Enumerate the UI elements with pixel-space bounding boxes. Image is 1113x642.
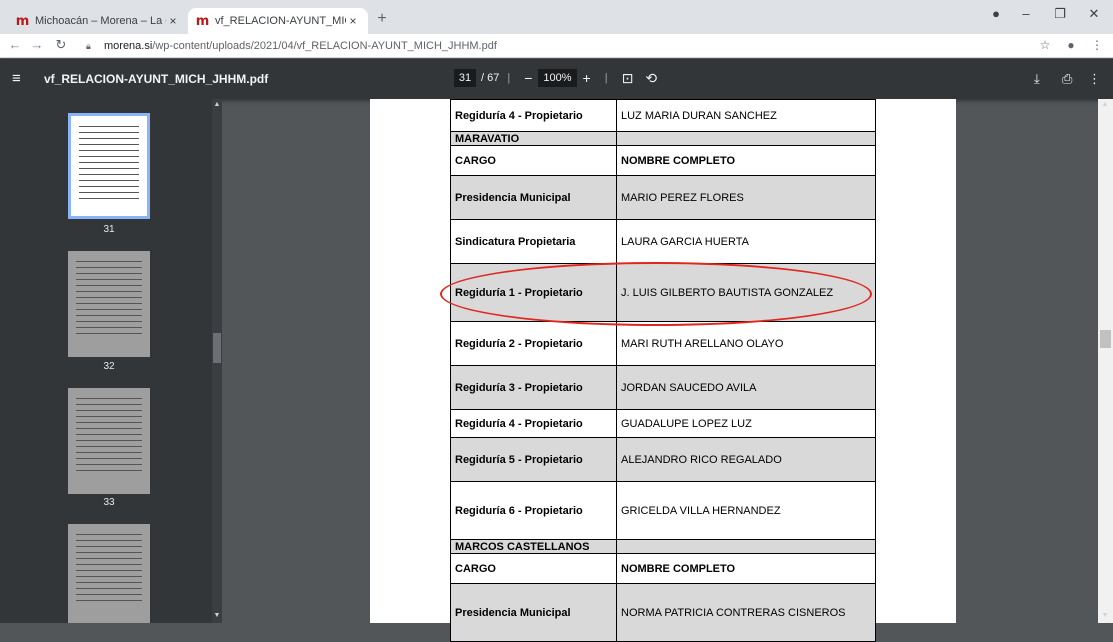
lock-icon: 🔒︎ — [86, 40, 91, 51]
thumbnail-page[interactable] — [68, 524, 150, 623]
scroll-down-icon[interactable]: ▼ — [1100, 612, 1110, 619]
browser-toolbar: ← → ↻ 🔒︎ morena.si/wp-content/uploads/20… — [0, 34, 1113, 58]
page-scrollbar[interactable] — [1098, 99, 1113, 623]
download-icon[interactable]: ⤓ — [1034, 71, 1040, 87]
record-icon[interactable]: ● — [984, 6, 1008, 21]
nombre-cell: NOMBRE COMPLETO — [616, 145, 876, 176]
table-row: CARGO NOMBRE COMPLETO — [450, 553, 876, 584]
pdf-toolbar: ≡ vf_RELACION-AYUNT_MICH_JHHM.pdf 31 / 6… — [0, 59, 1113, 99]
zoom-out-icon[interactable]: − — [524, 70, 532, 86]
nombre-cell — [616, 131, 876, 146]
divider: | — [604, 72, 608, 84]
nombre-cell: JORDAN SAUCEDO AVILA — [616, 365, 876, 410]
nombre-cell: LAURA GARCIA HUERTA — [616, 219, 876, 264]
cargo-cell: Regiduría 2 - Propietario — [450, 321, 617, 366]
cargo-cell: Regiduría 5 - Propietario — [450, 437, 617, 482]
scroll-up-icon[interactable]: ▲ — [1100, 101, 1110, 108]
table-row: Sindicatura Propietaria LAURA GARCIA HUER… — [450, 219, 876, 264]
close-window-icon[interactable]: ✕ — [1082, 6, 1106, 22]
tab-michoacan[interactable]: m Michoacán – Morena – La espera × — [8, 8, 188, 34]
candidates-table: Regiduría 4 - Propietario LUZ MARIA DURAN… — [450, 99, 876, 642]
forward-arrow-icon[interactable]: → — [28, 37, 46, 52]
cargo-cell: Regiduría 3 - Propietario — [450, 365, 617, 410]
nombre-cell: NORMA PATRICIA CONTRERAS CISNEROS — [616, 583, 876, 642]
nombre-cell: NOMBRE COMPLETO — [616, 553, 876, 584]
nombre-cell — [616, 539, 876, 554]
morena-favicon-icon: m — [15, 13, 30, 29]
menu-dots-icon[interactable]: ⋮ — [1088, 38, 1106, 52]
address-bar[interactable]: 🔒︎ morena.si/wp-content/uploads/2021/04/… — [86, 36, 1026, 56]
table-row: MARAVATIO — [450, 131, 876, 146]
red-highlight-ellipse — [440, 262, 872, 326]
pdf-page: Regiduría 4 - Propietario LUZ MARIA DURAN… — [370, 99, 956, 642]
page-total: / 67 — [481, 72, 500, 84]
nombre-cell: MARIO PEREZ FLORES — [616, 175, 876, 220]
nombre-cell: GUADALUPE LOPEZ LUZ — [616, 409, 876, 438]
tab-close-icon[interactable]: × — [166, 14, 180, 28]
thumbnail-page-number: 32 — [103, 361, 115, 372]
table-row: Regiduría 4 - Propietario LUZ MARIA DURAN… — [450, 99, 876, 132]
fit-page-icon[interactable]: ⊡ — [622, 70, 634, 87]
table-row: Regiduría 6 - Propietario GRICELDA VILLA … — [450, 481, 876, 540]
table-row: Regiduría 3 - Propietario JORDAN SAUCEDO … — [450, 365, 876, 410]
print-icon[interactable]: ⎙ — [1062, 71, 1072, 87]
cargo-cell: Sindicatura Propietaria — [450, 219, 617, 264]
thumbnail-page[interactable] — [68, 388, 150, 494]
tab-title: vf_RELACION-AYUNT_MICH_JHH — [215, 15, 346, 27]
table-row: Presidencia Municipal NORMA PATRICIA CONT… — [450, 583, 876, 642]
table-row: Regiduría 2 - Propietario MARI RUTH ARELL… — [450, 321, 876, 366]
url-path: /wp-content/uploads/2021/04/vf_RELACION-… — [152, 40, 497, 52]
reload-icon[interactable]: ↻ — [52, 37, 70, 53]
table-row: Regiduría 4 - Propietario GUADALUPE LOPEZ… — [450, 409, 876, 438]
star-icon[interactable]: ☆ — [1036, 38, 1054, 52]
zoom-in-icon[interactable]: + — [583, 70, 591, 86]
more-options-icon[interactable]: ⋮ — [1088, 71, 1101, 87]
thumbnail-page[interactable] — [68, 113, 150, 219]
pdf-title: vf_RELACION-AYUNT_MICH_JHHM.pdf — [44, 72, 269, 86]
cargo-cell: MARAVATIO — [450, 131, 617, 146]
cargo-cell: CARGO — [450, 145, 617, 176]
cargo-cell: Regiduría 4 - Propietario — [450, 409, 617, 438]
morena-favicon-icon: m — [195, 13, 210, 29]
thumbnail-page-number: 31 — [103, 224, 115, 235]
scroll-down-icon[interactable]: ▼ — [212, 612, 222, 619]
thumbnail-page-number: 33 — [103, 497, 115, 508]
tab-title: Michoacán – Morena – La espera — [35, 15, 166, 27]
minimize-icon[interactable]: – — [1014, 6, 1038, 21]
cargo-cell: Presidencia Municipal — [450, 175, 617, 220]
table-row: Regiduría 5 - Propietario ALEJANDRO RICO … — [450, 437, 876, 482]
nombre-cell: GRICELDA VILLA HERNANDEZ — [616, 481, 876, 540]
tab-close-icon[interactable]: × — [346, 14, 360, 28]
hamburger-menu-icon[interactable]: ≡ — [12, 70, 21, 87]
back-arrow-icon[interactable]: ← — [6, 37, 24, 52]
tab-strip: m Michoacán – Morena – La espera × m vf_… — [0, 0, 1113, 34]
url-host: morena.si — [104, 40, 153, 52]
page-controls: 31 / 67 | − 100% + | ⊡ ⟲ — [454, 69, 663, 87]
tab-pdf[interactable]: m vf_RELACION-AYUNT_MICH_JHH × — [188, 8, 368, 34]
new-tab-button[interactable]: + — [372, 10, 392, 28]
divider: | — [507, 72, 511, 84]
nombre-cell: LUZ MARIA DURAN SANCHEZ — [616, 99, 876, 132]
cargo-cell: Regiduría 6 - Propietario — [450, 481, 617, 540]
cargo-cell: MARCOS CASTELLANOS — [450, 539, 617, 554]
cargo-cell: CARGO — [450, 553, 617, 584]
sidebar-scrollbar-thumb[interactable] — [213, 333, 221, 363]
cargo-cell: Presidencia Municipal — [450, 583, 617, 642]
nombre-cell: ALEJANDRO RICO REGALADO — [616, 437, 876, 482]
zoom-input[interactable]: 100% — [538, 69, 577, 87]
profile-icon[interactable]: ● — [1062, 38, 1080, 52]
nombre-cell: MARI RUTH ARELLANO OLAYO — [616, 321, 876, 366]
maximize-icon[interactable]: ❐ — [1048, 6, 1072, 22]
cargo-cell: Regiduría 4 - Propietario — [450, 99, 617, 132]
table-row: MARCOS CASTELLANOS — [450, 539, 876, 554]
table-row: CARGO NOMBRE COMPLETO — [450, 145, 876, 176]
scroll-up-icon[interactable]: ▲ — [212, 101, 222, 108]
thumbnail-page[interactable] — [68, 251, 150, 357]
table-row: Presidencia Municipal MARIO PEREZ FLORES — [450, 175, 876, 220]
page-scrollbar-thumb[interactable] — [1100, 330, 1111, 348]
page-number-input[interactable]: 31 — [454, 69, 476, 87]
rotate-icon[interactable]: ⟲ — [645, 70, 657, 87]
